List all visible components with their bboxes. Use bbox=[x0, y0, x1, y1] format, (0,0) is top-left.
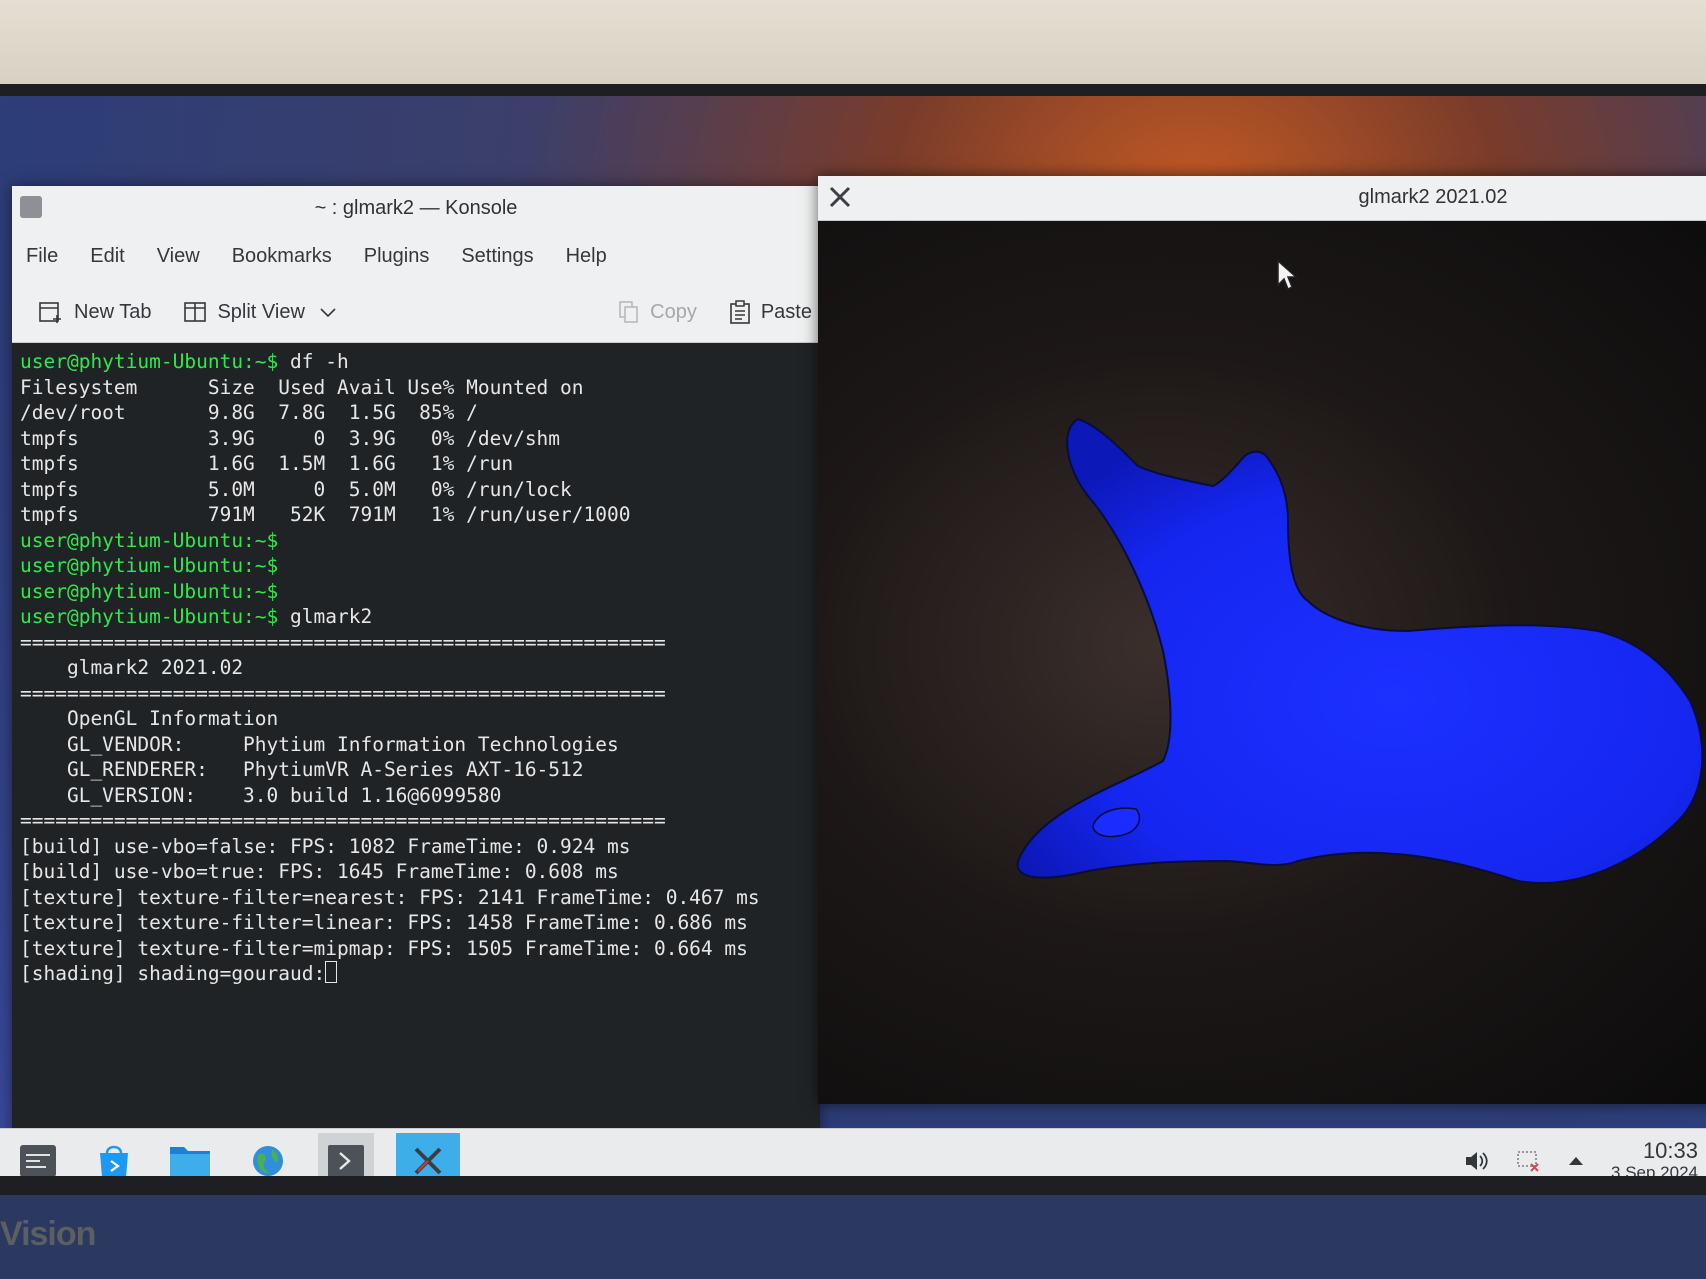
menu-help[interactable]: Help bbox=[566, 245, 607, 268]
gl-vendor-line: GL_VENDOR: Phytium Information Technolog… bbox=[20, 732, 619, 756]
df-row: tmpfs 791M 52K 791M 1% /run/user/1000 bbox=[20, 503, 631, 526]
toolbar-right-group: Copy Paste bbox=[618, 282, 812, 342]
glmark-taskbar-button[interactable] bbox=[396, 1133, 460, 1176]
benchmark-result: [build] use-vbo=false: FPS: 1082 FrameTi… bbox=[20, 834, 631, 858]
new-tab-label: New Tab bbox=[74, 300, 152, 323]
app-launcher-button[interactable] bbox=[10, 1133, 66, 1176]
discover-button[interactable] bbox=[86, 1133, 142, 1176]
monitor-brand: Vision bbox=[0, 1215, 96, 1253]
gl-version-line: GL_VERSION: 3.0 build 1.16@6099580 bbox=[20, 783, 502, 807]
browser-button[interactable] bbox=[240, 1133, 296, 1176]
chevron-up-icon bbox=[1569, 1157, 1584, 1165]
konsole-title: ~ : glmark2 — Konsole bbox=[314, 197, 518, 219]
benchmark-result: [texture] texture-filter=nearest: FPS: 2… bbox=[20, 885, 760, 909]
split-view-icon bbox=[184, 302, 207, 322]
copy-button[interactable]: Copy bbox=[618, 300, 697, 324]
split-view-label: Split View bbox=[217, 300, 305, 323]
clock-date: 3 Sep 2024 bbox=[1611, 1163, 1698, 1176]
clock-time: 10:33 bbox=[1642, 1138, 1698, 1163]
menu-file[interactable]: File bbox=[26, 245, 58, 268]
menu-settings[interactable]: Settings bbox=[461, 245, 533, 268]
gl-renderer-line: GL_RENDERER: PhytiumVR A-Series AXT-16-5… bbox=[20, 758, 584, 781]
mouse-pointer-icon bbox=[1277, 259, 1298, 291]
df-row: tmpfs 3.9G 0 3.9G 0% /dev/shm bbox=[20, 426, 561, 450]
terminal-prompt: user@phytium-Ubuntu:~$ bbox=[20, 350, 279, 373]
terminal-output[interactable]: user@phytium-Ubuntu:~$ df -h Filesystem S… bbox=[12, 343, 820, 987]
desktop: ~ : glmark2 — Konsole File Edit View Boo… bbox=[0, 96, 1706, 1176]
terminal-line: user@phytium-Ubuntu:~$ bbox=[20, 528, 812, 554]
menu-plugins[interactable]: Plugins bbox=[364, 245, 430, 268]
terminal-button[interactable] bbox=[318, 1133, 374, 1176]
menu-view[interactable]: View bbox=[157, 245, 200, 268]
benchmark-result: [texture] texture-filter=mipmap: FPS: 15… bbox=[20, 936, 748, 960]
terminal-icon bbox=[328, 1145, 364, 1176]
chevron-down-icon[interactable] bbox=[319, 305, 337, 319]
glmark-render-canvas[interactable] bbox=[818, 221, 1706, 1104]
konsole-menubar: File Edit View Bookmarks Plugins Setting… bbox=[12, 230, 820, 282]
terminal-cursor bbox=[325, 961, 338, 983]
terminal-prompt: user@phytium-Ubuntu:~$ bbox=[20, 528, 279, 552]
file-manager-button[interactable] bbox=[162, 1133, 218, 1176]
menu-bookmarks[interactable]: Bookmarks bbox=[232, 245, 332, 268]
df-header: Filesystem Size Used Avail Use% Mounted … bbox=[20, 375, 584, 399]
konsole-titlebar[interactable]: ~ : glmark2 — Konsole bbox=[12, 186, 820, 230]
glmark-banner: glmark2 2021.02 bbox=[20, 656, 244, 679]
new-tab-icon bbox=[39, 302, 61, 323]
terminal-command: glmark2 bbox=[278, 605, 373, 628]
copy-label: Copy bbox=[650, 300, 697, 323]
glmark-window: glmark2 2021.02 bbox=[818, 176, 1706, 1104]
desk-background bbox=[0, 1195, 1706, 1279]
df-row: /dev/root 9.8G 7.8G 1.5G 85% / bbox=[20, 401, 478, 424]
rendered-cat-model bbox=[1016, 417, 1704, 884]
konsole-window: ~ : glmark2 — Konsole File Edit View Boo… bbox=[12, 186, 820, 1151]
copy-icon bbox=[619, 301, 638, 323]
separator-line: ========================================… bbox=[20, 630, 666, 654]
paste-icon bbox=[730, 300, 750, 324]
terminal-line: user@phytium-Ubuntu:~$ bbox=[20, 553, 812, 579]
network-button[interactable] bbox=[1515, 1148, 1541, 1174]
terminal-line: user@phytium-Ubuntu:~$ df -h bbox=[20, 349, 812, 375]
terminal-prompt: user@phytium-Ubuntu:~$ bbox=[20, 605, 279, 628]
file-manager-icon bbox=[170, 1147, 210, 1176]
terminal-prompt: user@phytium-Ubuntu:~$ bbox=[20, 554, 279, 577]
terminal-command: df -h bbox=[278, 350, 349, 373]
tray-expand-button[interactable] bbox=[1567, 1154, 1585, 1168]
benchmark-current: [shading] shading=gouraud: bbox=[20, 961, 812, 987]
app-launcher-icon bbox=[20, 1145, 56, 1176]
benchmark-result: [build] use-vbo=true: FPS: 1645 FrameTim… bbox=[20, 860, 619, 883]
split-view-button[interactable]: Split View bbox=[183, 300, 346, 324]
glmark-x-icon bbox=[414, 1147, 442, 1175]
discover-icon bbox=[100, 1145, 128, 1176]
volume-icon bbox=[1466, 1152, 1488, 1170]
glmark-titlebar[interactable]: glmark2 2021.02 bbox=[818, 176, 1706, 221]
new-tab-button[interactable]: New Tab bbox=[38, 300, 151, 324]
df-row: tmpfs 1.6G 1.5M 1.6G 1% /run bbox=[20, 452, 514, 475]
terminal-prompt: user@phytium-Ubuntu:~$ bbox=[20, 579, 279, 603]
volume-button[interactable] bbox=[1463, 1148, 1489, 1174]
taskbar: 10:33 3 Sep 2024 bbox=[0, 1128, 1706, 1176]
separator-line: ========================================… bbox=[20, 809, 666, 832]
benchmark-result: [texture] texture-filter=linear: FPS: 14… bbox=[20, 911, 748, 934]
opengl-heading: OpenGL Information bbox=[20, 707, 279, 730]
paste-button[interactable]: Paste bbox=[729, 300, 812, 324]
system-tray: 10:33 3 Sep 2024 bbox=[1463, 1129, 1706, 1176]
terminal-line: user@phytium-Ubuntu:~$ bbox=[20, 579, 812, 605]
paste-label: Paste bbox=[760, 300, 812, 323]
network-disconnected-icon bbox=[1517, 1151, 1539, 1172]
browser-icon bbox=[253, 1146, 283, 1176]
separator-line: ========================================… bbox=[20, 681, 666, 705]
digital-clock[interactable]: 10:33 3 Sep 2024 bbox=[1611, 1138, 1698, 1177]
terminal-line: user@phytium-Ubuntu:~$ glmark2 bbox=[20, 604, 812, 630]
konsole-toolbar: New Tab Split View Copy Paste bbox=[12, 282, 820, 343]
df-row: tmpfs 5.0M 0 5.0M 0% /run/lock bbox=[20, 477, 572, 501]
glmark-title: glmark2 2021.02 bbox=[1358, 186, 1508, 208]
benchmark-current-text: [shading] shading=gouraud: bbox=[20, 962, 326, 985]
menu-edit[interactable]: Edit bbox=[90, 245, 124, 268]
